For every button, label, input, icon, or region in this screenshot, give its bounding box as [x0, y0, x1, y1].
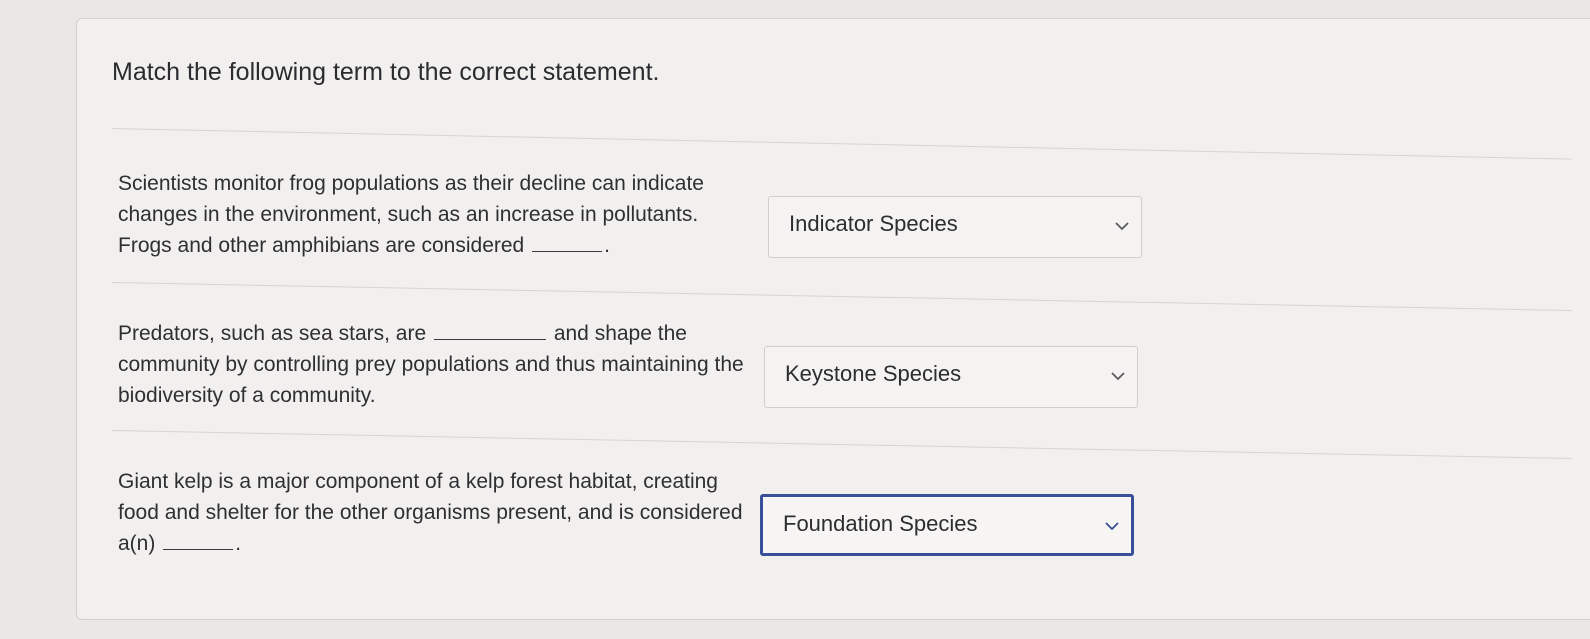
match-select-3[interactable]: Foundation Species: [760, 494, 1134, 556]
match-select-2-value: Keystone Species: [785, 361, 962, 386]
chevron-down-icon: [1105, 522, 1119, 531]
match-select-1-value: Indicator Species: [789, 211, 958, 236]
statement-2-text: Predators, such as sea stars, are: [118, 322, 427, 345]
statement-1: Scientists monitor frog populations as t…: [118, 168, 748, 261]
match-select-1[interactable]: Indicator Species: [768, 196, 1142, 258]
match-row-3: Giant kelp is a major component of a kel…: [118, 466, 1168, 586]
match-row-1: Scientists monitor frog populations as t…: [118, 168, 1168, 288]
answer-blank: [163, 529, 234, 550]
statement-2: Predators, such as sea stars, are and sh…: [118, 318, 748, 411]
statement-1-text: Scientists monitor frog populations as t…: [118, 172, 704, 257]
match-select-3-value: Foundation Species: [783, 511, 978, 536]
answer-blank: [532, 231, 603, 252]
match-select-2[interactable]: Keystone Species: [764, 346, 1138, 408]
answer-blank: [433, 319, 546, 340]
chevron-down-icon: [1115, 222, 1129, 231]
statement-3-end: .: [235, 532, 242, 555]
statement-1-end: .: [604, 234, 610, 257]
statement-3: Giant kelp is a major component of a kel…: [118, 466, 748, 559]
question-prompt: Match the following term to the correct …: [112, 58, 660, 86]
chevron-down-icon: [1111, 372, 1125, 381]
match-row-2: Predators, such as sea stars, are and sh…: [118, 318, 1168, 438]
